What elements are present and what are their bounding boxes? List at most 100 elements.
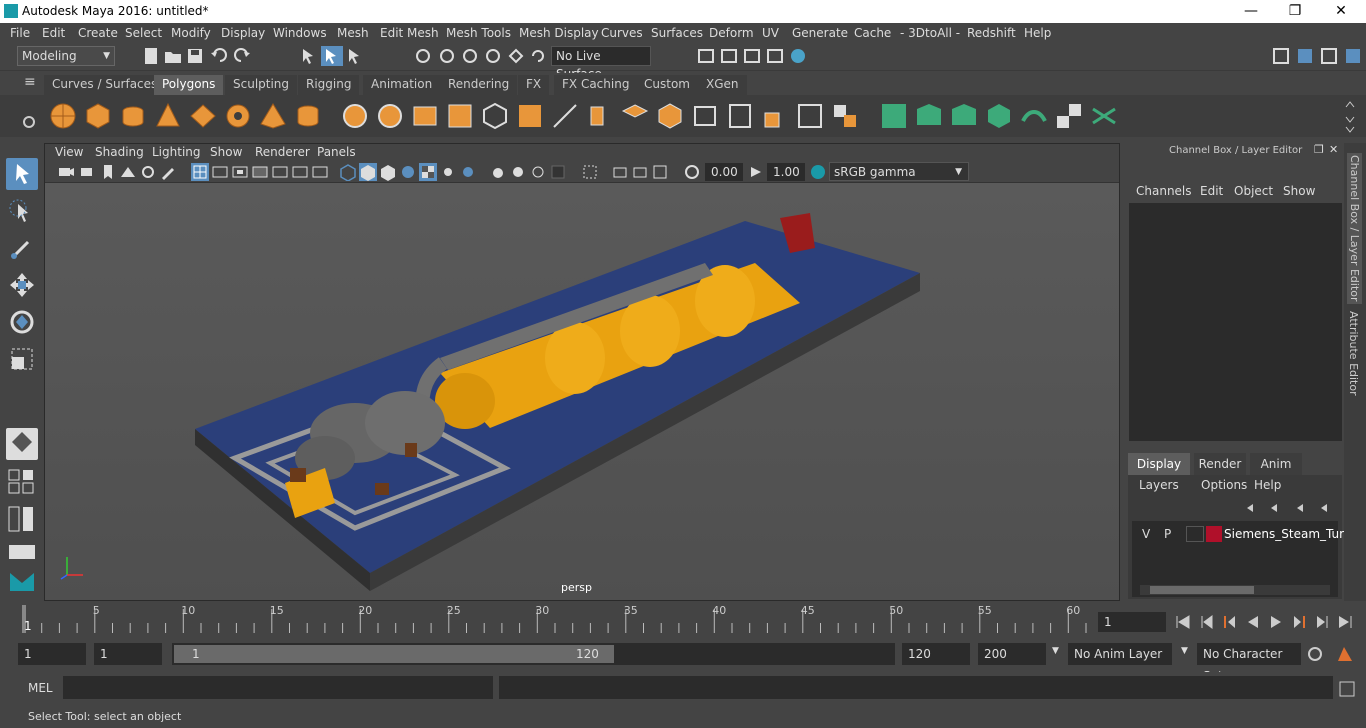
bookmark-icon[interactable] [99,163,117,181]
2d-pan-zoom-icon[interactable] [139,163,157,181]
poly-pipe-icon[interactable] [293,101,323,131]
multisample-aa-icon[interactable] [509,163,527,181]
menu-3dtoall[interactable]: - 3DtoAll - [900,26,960,40]
mirror-icon[interactable] [480,101,510,131]
extract-icon[interactable] [410,101,440,131]
ipr-render-icon[interactable] [743,47,761,65]
layer-playback-toggle[interactable]: P [1164,527,1171,541]
animation-preferences-icon[interactable] [1336,645,1354,663]
close-button[interactable]: ✕ [1318,0,1364,23]
menu-deform[interactable]: Deform [709,26,754,40]
channel-list[interactable] [1129,203,1342,441]
use-all-lights-icon[interactable] [419,163,437,181]
play-backwards-icon[interactable] [1244,613,1262,631]
options-menu[interactable]: Options [1201,478,1247,492]
paint-select-tool-icon[interactable] [6,232,38,264]
menu-select[interactable]: Select [125,26,162,40]
safe-action-icon[interactable] [291,163,309,181]
planar-mapping-icon[interactable] [914,101,944,131]
select-object-icon[interactable] [321,46,343,66]
side-by-side-layout-icon[interactable] [6,505,38,533]
render-view-icon[interactable] [766,47,784,65]
maya-home-icon[interactable] [6,565,38,597]
layer-scrollbar[interactable] [1140,585,1330,595]
append-icon[interactable] [620,101,650,131]
resolution-gate-icon[interactable] [231,163,249,181]
smooth-shade-icon[interactable] [359,163,377,181]
menu-curves[interactable]: Curves [601,26,643,40]
new-empty-layer-icon[interactable] [1294,499,1312,517]
step-back-key-icon[interactable] [1221,613,1239,631]
select-component-icon[interactable] [346,47,364,65]
live-surface-field[interactable]: No Live Surface [551,46,651,81]
bevel-icon[interactable] [515,101,545,131]
shelf-tab-fx[interactable]: FX [518,75,550,95]
shelf-settings-gear-icon[interactable] [20,113,38,131]
color-management-icon[interactable] [809,163,827,181]
poly-plane-icon[interactable] [188,101,218,131]
field-chart-icon[interactable] [271,163,289,181]
show-menu[interactable]: Show [1283,184,1315,198]
auto-key-icon[interactable] [1306,645,1324,663]
range-handle[interactable]: 1 120 [174,645,614,663]
rotate-tool-icon[interactable] [6,306,38,338]
frame-all-icon[interactable] [651,163,669,181]
save-scene-icon[interactable] [186,47,204,65]
step-forward-icon[interactable] [1313,613,1331,631]
target-weld-icon[interactable] [830,101,860,131]
camera-attributes-icon[interactable] [79,163,97,181]
depth-of-field-icon[interactable] [529,163,547,181]
poly-cylinder-icon[interactable] [118,101,148,131]
layer-type-toggle[interactable] [1186,526,1204,542]
layers-menu[interactable]: Layers [1139,478,1179,492]
shelf-tab-fx-caching[interactable]: FX Caching [554,75,638,95]
vp-menu-panels[interactable]: Panels [317,145,356,159]
slide-edge-icon[interactable] [795,101,825,131]
workspace-icon[interactable] [1272,47,1290,65]
unfold-icon[interactable] [1019,101,1049,131]
mel-label[interactable]: MEL [28,681,53,695]
lasso-tool-icon[interactable] [6,196,38,228]
channels-menu[interactable]: Channels [1136,184,1192,198]
film-gate-icon[interactable] [211,163,229,181]
shelf-tab-curves-surfaces[interactable]: Curves / Surfaces [44,75,166,95]
new-layer-selected-icon[interactable] [1318,499,1336,517]
tab-attribute-editor[interactable]: Attribute Editor [1347,311,1360,396]
layer-row[interactable]: V P Siemens_Steam_Turbir [1132,523,1360,545]
menu-modify[interactable]: Modify [171,26,211,40]
wireframe-on-shaded-icon[interactable] [379,163,397,181]
layer-visibility-toggle[interactable]: V [1142,527,1150,541]
layers-panel-icon[interactable] [1344,47,1362,65]
menu-windows[interactable]: Windows [273,26,327,40]
animation-start-field[interactable]: 1 [18,643,86,665]
image-plane-icon[interactable] [119,163,137,181]
make-live-icon[interactable] [529,47,547,65]
xray-joints-icon[interactable] [611,163,629,181]
toggle-panel-icon[interactable] [1320,47,1338,65]
motion-blur-icon[interactable] [489,163,507,181]
shelf-tab-xgen[interactable]: XGen [698,75,747,95]
menu-generate[interactable]: Generate [792,26,848,40]
playback-end-field[interactable]: 120 [902,643,970,665]
single-perspective-layout-icon[interactable] [6,428,38,460]
combine-icon[interactable] [340,101,370,131]
go-to-start-icon[interactable] [1174,613,1192,631]
3d-viewport[interactable]: persp [45,183,1119,600]
bridge-icon[interactable] [550,101,580,131]
playback-start-field[interactable]: 1 [94,643,162,665]
menu-uv[interactable]: UV [762,26,779,40]
tab-anim[interactable]: Anim [1250,453,1302,475]
command-input[interactable] [63,676,493,699]
smooth-icon[interactable] [445,101,475,131]
shadows-icon[interactable] [439,163,457,181]
vp-menu-show[interactable]: Show [210,145,242,159]
menu-create[interactable]: Create [78,26,118,40]
undo-icon[interactable] [210,47,228,65]
layer-scrollbar-thumb[interactable] [1150,586,1254,594]
time-slider[interactable]: 5101520253035404550556065707580859095100… [0,603,1366,638]
anim-layer-dropdown[interactable]: No Anim Layer [1068,643,1172,665]
menu-surfaces[interactable]: Surfaces [651,26,703,40]
camera-select-icon[interactable] [57,163,75,181]
move-layer-up-icon[interactable] [1244,499,1262,517]
poly-sphere-icon[interactable] [48,101,78,131]
